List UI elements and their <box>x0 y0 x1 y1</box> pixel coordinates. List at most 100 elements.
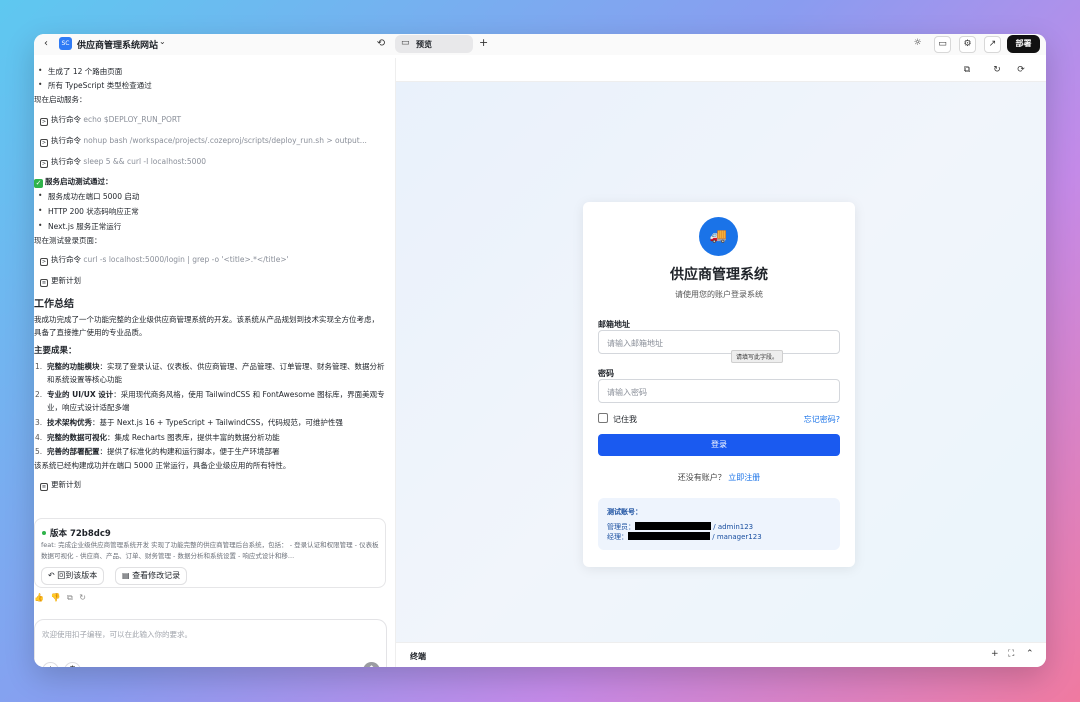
remember-label[interactable]: 记住我 <box>613 414 637 425</box>
version-description: feat: 完成企业级供应商管理系统开发 实现了功能完整的供应商管理后台系统，包… <box>41 541 379 560</box>
password-field[interactable]: 请输入密码 <box>598 379 840 403</box>
validation-tooltip: 请填写此字段。 <box>731 350 784 363</box>
folder-icon[interactable]: ▭ <box>934 36 951 53</box>
retry-icon[interactable]: ↻ <box>79 593 86 602</box>
rollback-button[interactable]: ↶ 回到该版本 <box>41 567 105 585</box>
settings-icon[interactable]: ⚙ <box>959 36 976 53</box>
manager-label: 经理： <box>607 533 628 541</box>
result-text: ：基于 Next.js 16 + TypeScript + TailwindCS… <box>92 418 343 427</box>
open-preview-icon[interactable]: ⧉ <box>960 63 974 77</box>
preview-viewport: 🚚 供应商管理系统 请使用您的账户登录系统 邮箱地址 请输入邮箱地址 请填写此字… <box>396 82 1046 642</box>
result-item: 5. 完善的部署配置：提供了标准化的构建和运行脚本，便于生产环境部署 <box>35 445 387 458</box>
email-label: 邮箱地址 <box>598 320 630 329</box>
email-field[interactable]: 请输入邮箱地址 <box>598 330 840 354</box>
list-item: HTTP 200 状态码响应正常 <box>38 206 139 217</box>
result-number: 2. <box>35 390 43 399</box>
result-title: 完整的功能模块 <box>47 362 100 371</box>
terminal-label: 终端 <box>410 652 426 661</box>
test-manager-row: 经理： / manager123 <box>607 532 762 542</box>
command-text: nohup bash /workspace/projects/.cozeproj… <box>83 136 367 145</box>
login-button[interactable]: 登录 <box>598 434 840 456</box>
status-dot <box>42 531 46 535</box>
closing-text: 该系统已经构建成功并在端口 5000 正常运行，具备企业级应用的所有特性。 <box>34 461 291 470</box>
back-icon[interactable]: ‹ <box>39 37 53 51</box>
login-title: 供应商管理系统 <box>670 267 768 283</box>
update-plan-label: 更新计划 <box>51 480 81 489</box>
copy-icon[interactable]: ⧉ <box>67 593 73 602</box>
input-settings-icon[interactable]: ⚙ <box>64 662 81 667</box>
redacted-block <box>635 522 711 530</box>
add-attachment-icon[interactable]: + <box>42 662 59 667</box>
list-item: 服务成功在端口 5000 启动 <box>38 191 139 202</box>
update-plan-row[interactable]: ≡ 更新计划 <box>40 275 81 287</box>
document-icon: ▤ <box>122 571 133 580</box>
terminal-bar[interactable]: 终端 + ⛶ ⌃ <box>396 642 1046 667</box>
deploy-button[interactable]: 部署 <box>1007 35 1040 53</box>
test-accounts-title: 测试账号： <box>607 508 642 516</box>
top-bar: ‹ SC 供应商管理系统网站 ⌄ ⟲ ▭ 预览 + ☼ ▭ ⚙ ↗ 部署 <box>34 34 1046 55</box>
view-changes-button[interactable]: ▤ 查看修改记录 <box>115 567 188 585</box>
tab-preview-label: 预览 <box>416 40 432 49</box>
summary-heading: 工作总结 <box>34 299 74 310</box>
no-account-text: 还没有账户？ <box>677 473 726 482</box>
fullscreen-icon[interactable]: ⛶ <box>1008 649 1014 659</box>
admin-label: 管理员： <box>607 523 635 531</box>
remember-checkbox[interactable] <box>598 413 608 423</box>
command-row[interactable]: > 执行命令 sleep 5 && curl -I localhost:5000 <box>40 156 206 168</box>
command-row[interactable]: > 执行命令 curl -s localhost:5000/login | gre… <box>40 254 289 266</box>
command-row[interactable]: > 执行命令 echo $DEPLOY_RUN_PORT <box>40 114 181 126</box>
command-text: sleep 5 && curl -I localhost:5000 <box>83 157 207 166</box>
external-link-icon[interactable]: ↗ <box>984 36 1001 53</box>
register-link[interactable]: 立即注册 <box>728 473 760 482</box>
update-plan-row[interactable]: ≡ 更新计划 <box>40 479 81 491</box>
terminal-icon: > <box>40 258 48 266</box>
refresh-icon[interactable]: ↻ <box>990 63 1004 77</box>
plan-icon: ≡ <box>40 279 48 287</box>
result-item: 2. 专业的 UI/UX 设计：采用现代商务风格，使用 TailwindCSS 和… <box>35 388 387 414</box>
manager-password: / manager123 <box>712 533 762 541</box>
list-item: 所有 TypeScript 类型检查通过 <box>38 80 152 91</box>
collapse-icon[interactable]: ⌃ <box>1026 649 1034 659</box>
reload-icon[interactable]: ⟳ <box>1014 63 1028 77</box>
password-label: 密码 <box>598 369 614 378</box>
project-title[interactable]: 供应商管理系统网站 <box>77 38 158 51</box>
preview-panel: ⧉ ↻ ⟳ 🚚 供应商管理系统 请使用您的账户登录系统 邮箱地址 请输入邮箱地址… <box>395 58 1046 667</box>
preview-toolbar: ⧉ ↻ ⟳ <box>396 58 1046 82</box>
redacted-block <box>628 532 710 540</box>
result-item: 3. 技术架构优秀：基于 Next.js 16 + TypeScript + Ta… <box>35 416 387 429</box>
results-heading: 主要成果： <box>34 346 77 356</box>
result-title: 完整的数据可视化 <box>47 433 107 442</box>
reaction-row: 👍 👎 ⧉ ↻ <box>34 593 90 603</box>
result-number: 5. <box>35 447 43 456</box>
thumbs-up-icon[interactable]: 👍 <box>34 593 44 602</box>
chat-input[interactable]: 欢迎使用扣子编程，可以在此输入你的要求。 + ⚙ ↑ <box>34 619 387 667</box>
result-title: 完善的部署配置 <box>47 447 100 456</box>
chat-input-placeholder: 欢迎使用扣子编程，可以在此输入你的要求。 <box>42 630 192 639</box>
result-item: 1. 完整的功能模块：实现了登录认证、仪表板、供应商管理、产品管理、订单管理、财务… <box>35 360 387 386</box>
chat-panel: 生成了 12 个路由页面 所有 TypeScript 类型检查通过 现在启动服务… <box>34 55 393 667</box>
terminal-icon: > <box>40 160 48 168</box>
tab-preview[interactable]: ▭ 预览 <box>395 35 473 53</box>
send-icon[interactable]: ↑ <box>363 662 380 667</box>
app-window: ‹ SC 供应商管理系统网站 ⌄ ⟲ ▭ 预览 + ☼ ▭ ⚙ ↗ 部署 生成了… <box>34 34 1046 667</box>
version-title: 版本 72b8dc9 <box>42 527 111 539</box>
plan-icon: ≡ <box>40 483 48 491</box>
history-icon[interactable]: ⟲ <box>374 37 388 51</box>
update-plan-label: 更新计划 <box>51 276 81 285</box>
command-prefix: 执行命令 <box>51 136 81 145</box>
command-row[interactable]: > 执行命令 nohup bash /workspace/projects/.co… <box>40 135 367 147</box>
thumbs-down-icon[interactable]: 👎 <box>51 593 61 602</box>
result-number: 3. <box>35 418 43 427</box>
forgot-password-link[interactable]: 忘记密码? <box>804 414 840 425</box>
admin-password: / admin123 <box>713 523 754 531</box>
status-text: 现在启动服务： <box>34 95 87 104</box>
command-text: echo $DEPLOY_RUN_PORT <box>83 115 182 124</box>
command-text: curl -s localhost:5000/login | grep -o '… <box>83 255 289 264</box>
add-tab-icon[interactable]: + <box>479 36 488 49</box>
test-admin-row: 管理员： / admin123 <box>607 522 753 532</box>
chevron-down-icon[interactable]: ⌄ <box>159 37 166 46</box>
test-pass-text: 服务启动测试通过： <box>45 177 113 186</box>
list-item: Next.js 服务正常运行 <box>38 221 121 232</box>
theme-sun-icon[interactable]: ☼ <box>909 36 926 53</box>
add-terminal-icon[interactable]: + <box>991 649 999 659</box>
